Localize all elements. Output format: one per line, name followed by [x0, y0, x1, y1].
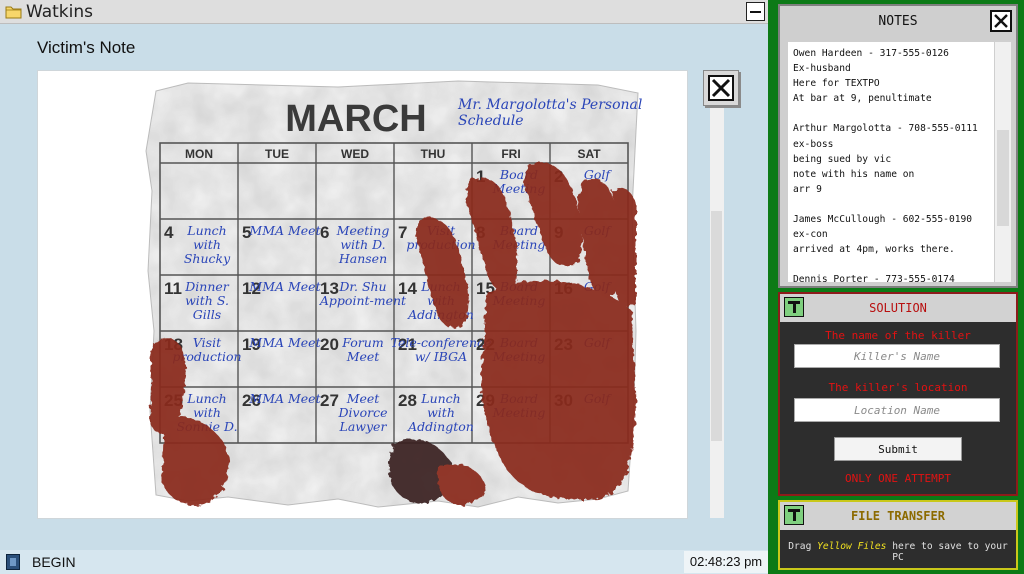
- note-line: [793, 257, 989, 272]
- begin-label: BEGIN: [32, 554, 76, 570]
- calendar-day-number: 27: [320, 391, 339, 410]
- calendar-entry: MMA Meet: [248, 391, 321, 406]
- document-scroll-thumb[interactable]: [711, 211, 722, 441]
- weekday-label: FRI: [501, 147, 520, 161]
- submit-button[interactable]: Submit: [834, 437, 962, 461]
- solution-header: SOLUTION: [780, 294, 1016, 322]
- note-line: At bar at 9, penultimate: [793, 93, 932, 105]
- note-line: [793, 106, 989, 121]
- note-line: being sued by vic: [793, 153, 892, 165]
- calendar-month: MARCH: [285, 98, 426, 140]
- calendar-day-number: 4: [164, 223, 174, 242]
- note-line: [793, 197, 989, 212]
- solution-panel: SOLUTION The name of the killer The kill…: [778, 292, 1018, 496]
- killer-location-label: The killer's location: [828, 381, 968, 394]
- attempt-warning: ONLY ONE ATTEMPT: [845, 472, 951, 485]
- weekday-label: SAT: [577, 147, 601, 161]
- note-line: arr 9: [793, 183, 822, 195]
- folder-icon: [5, 6, 22, 19]
- window-titlebar: Watkins: [0, 0, 768, 24]
- note-line: Dennis Porter - 773-555-0174: [793, 274, 955, 282]
- note-line: Ex-husband: [793, 63, 851, 75]
- calendar-entry: Meeting with D. Hansen: [336, 223, 390, 266]
- calendar-day-number: 6: [320, 223, 329, 242]
- note-line: James McCullough - 602-555-0190: [793, 214, 973, 226]
- calendar-day-number: 11: [164, 279, 182, 298]
- note-line: ex-boss: [793, 138, 834, 150]
- note-line: Here for TEXTPO: [793, 78, 880, 90]
- notes-scroll-thumb[interactable]: [997, 130, 1009, 226]
- taskbar: BEGIN 02:48:23 pm: [0, 550, 768, 574]
- document-viewer: MARCH Mr. Margolotta's Personal Schedule …: [37, 70, 724, 519]
- note-line: Owen Hardeen - 317-555-0126: [793, 48, 949, 59]
- notes-title: NOTES: [878, 14, 918, 29]
- weekday-label: TUE: [265, 147, 289, 161]
- killer-name-input[interactable]: [794, 344, 1000, 368]
- file-transfer-title: FILE TRANSFER: [851, 509, 945, 523]
- killer-name-label: The name of the killer: [825, 329, 971, 342]
- file-transfer-header: FILE TRANSFER: [780, 502, 1016, 530]
- taskbar-clock: 02:48:23 pm: [684, 551, 768, 573]
- main-window: Watkins Victim's Note MARCH Mr. Margolot…: [0, 0, 768, 574]
- book-icon: [6, 554, 20, 570]
- file-transfer-desc-suffix: here to save to your PC: [886, 541, 1008, 563]
- weekday-label: THU: [421, 147, 446, 161]
- close-icon: [708, 75, 734, 101]
- window-title: Watkins: [26, 2, 94, 22]
- notes-close-button[interactable]: [990, 10, 1012, 32]
- weekday-label: MON: [185, 147, 213, 161]
- yellow-files-text: Yellow Files: [817, 541, 887, 552]
- document-title: Victim's Note: [37, 38, 136, 57]
- calendar-day-number: 20: [320, 335, 339, 354]
- calendar-entry: Forum Meet: [341, 335, 383, 364]
- note-line: arrived at 4pm, works there.: [793, 244, 955, 256]
- notes-panel: NOTES Owen Hardeen - 317-555-0126 Ex-husb…: [778, 4, 1018, 288]
- note-line: ex-con: [793, 229, 828, 241]
- file-transfer-panel[interactable]: FILE TRANSFER Drag Yellow Files here to …: [778, 500, 1018, 570]
- notes-scrollbar[interactable]: [995, 42, 1011, 282]
- solution-title: SOLUTION: [869, 301, 927, 315]
- note-line: Arthur Margolotta - 708-555-0111: [793, 123, 978, 135]
- file-transfer-desc-prefix: Drag: [788, 541, 818, 552]
- minimize-button[interactable]: [746, 2, 765, 21]
- calendar-day-number: 28: [398, 391, 417, 410]
- file-transfer-description: Drag Yellow Files here to save to your P…: [780, 541, 1016, 563]
- notes-textarea[interactable]: Owen Hardeen - 317-555-0126 Ex-husband Her…: [788, 42, 994, 282]
- note-line: note with his name on: [793, 168, 915, 180]
- killer-location-input[interactable]: [794, 398, 1000, 422]
- close-document-button[interactable]: [703, 70, 739, 106]
- victim-note-image: MARCH Mr. Margolotta's Personal Schedule …: [145, 80, 642, 508]
- close-icon: [994, 14, 1008, 28]
- calendar-day-number: 14: [398, 279, 417, 298]
- weekday-label: WED: [341, 147, 369, 161]
- calendar-entry: MMA Meet: [248, 279, 321, 294]
- calendar-entry: MMA Meet: [248, 223, 321, 238]
- document-scrollbar[interactable]: [710, 71, 724, 518]
- calendar-entry: MMA Meet: [248, 335, 321, 350]
- begin-button[interactable]: BEGIN: [0, 550, 90, 574]
